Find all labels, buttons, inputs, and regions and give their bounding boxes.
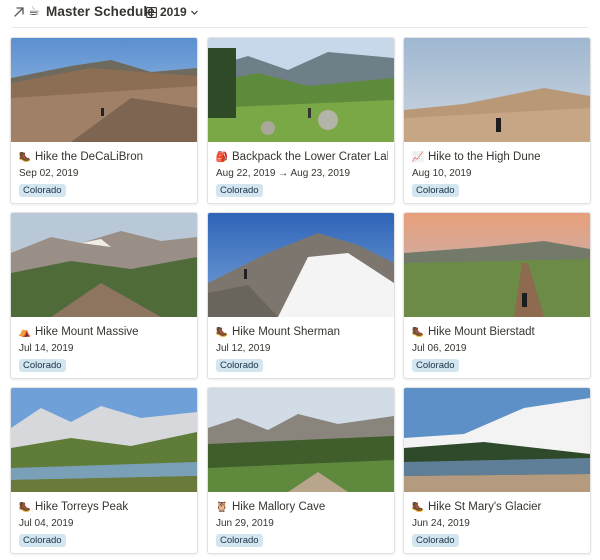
card-date: Aug 22, 2019 → Aug 23, 2019 bbox=[216, 168, 350, 179]
gallery-view-icon bbox=[146, 6, 157, 18]
gallery-card[interactable]: 🎒 Backpack the Lower Crater Lakes Aug 22… bbox=[207, 37, 395, 204]
gallery-card[interactable]: 🥾 Hike Torreys Peak Jul 04, 2019 Colorad… bbox=[10, 387, 198, 554]
hiking-boot-icon: 🥾 bbox=[216, 326, 229, 338]
database-title[interactable]: Master Schedule bbox=[46, 4, 155, 19]
gallery-card[interactable]: 🥾 Hike Mount Bierstadt Jul 06, 2019 Colo… bbox=[403, 212, 591, 379]
location-tag: Colorado bbox=[412, 534, 459, 547]
hiking-boot-icon: 🥾 bbox=[19, 501, 32, 513]
gallery-card[interactable]: 🥾 Hike the DeCaLiBron Sep 02, 2019 Color… bbox=[10, 37, 198, 204]
card-title: 🥾 Hike Mount Bierstadt bbox=[412, 326, 535, 338]
card-cover-image bbox=[11, 213, 197, 317]
card-title: 📈 Hike to the High Dune bbox=[412, 151, 541, 163]
gallery-card[interactable]: 🥾 Hike St Mary's Glacier Jun 24, 2019 Co… bbox=[403, 387, 591, 554]
card-date: Jul 04, 2019 bbox=[19, 518, 74, 529]
view-label: 2019 bbox=[160, 5, 187, 19]
card-cover-image bbox=[208, 388, 394, 492]
gallery-card[interactable]: ⛺ Hike Mount Massive Jul 14, 2019 Colora… bbox=[10, 212, 198, 379]
owl-icon: 🦉 bbox=[216, 501, 229, 513]
card-date: Jun 29, 2019 bbox=[216, 518, 274, 529]
gallery-card[interactable]: 📈 Hike to the High Dune Aug 10, 2019 Col… bbox=[403, 37, 591, 204]
location-tag: Colorado bbox=[19, 359, 66, 372]
card-title: 🥾 Hike St Mary's Glacier bbox=[412, 501, 542, 513]
card-title: ⛺ Hike Mount Massive bbox=[19, 326, 139, 338]
card-date: Sep 02, 2019 bbox=[19, 168, 79, 179]
view-selector[interactable]: 2019 bbox=[146, 3, 199, 21]
card-title: 🥾 Hike Torreys Peak bbox=[19, 501, 129, 513]
location-tag: Colorado bbox=[19, 534, 66, 547]
card-title: 🎒 Backpack the Lower Crater Lakes bbox=[216, 151, 388, 163]
location-tag: Colorado bbox=[216, 359, 263, 372]
hiking-boot-icon: 🥾 bbox=[412, 501, 425, 513]
card-cover-image bbox=[208, 213, 394, 317]
card-cover-image bbox=[404, 213, 590, 317]
location-tag: Colorado bbox=[216, 184, 263, 197]
open-arrow-icon[interactable] bbox=[12, 5, 26, 19]
card-cover-image bbox=[11, 38, 197, 142]
page-header: ☕ Master Schedule 2019 bbox=[0, 0, 600, 26]
card-cover-image bbox=[404, 388, 590, 492]
card-cover-image bbox=[404, 38, 590, 142]
coffee-icon: ☕ bbox=[28, 3, 40, 18]
card-date: Jul 14, 2019 bbox=[19, 343, 74, 354]
card-title: 🥾 Hike the DeCaLiBron bbox=[19, 151, 144, 163]
card-cover-image bbox=[11, 388, 197, 492]
card-title: 🦉 Hike Mallory Cave bbox=[216, 501, 326, 513]
card-date: Jun 24, 2019 bbox=[412, 518, 470, 529]
tent-icon: ⛺ bbox=[19, 326, 32, 338]
location-tag: Colorado bbox=[412, 184, 459, 197]
hiking-boot-icon: 🥾 bbox=[19, 151, 32, 163]
chart-increasing-icon: 📈 bbox=[412, 151, 425, 163]
card-date: Jul 12, 2019 bbox=[216, 343, 271, 354]
backpack-icon: 🎒 bbox=[216, 151, 229, 163]
header-divider bbox=[12, 27, 588, 28]
location-tag: Colorado bbox=[216, 534, 263, 547]
hiking-boot-icon: 🥾 bbox=[412, 326, 425, 338]
card-date: Aug 10, 2019 bbox=[412, 168, 472, 179]
card-title: 🥾 Hike Mount Sherman bbox=[216, 326, 341, 338]
gallery-card[interactable]: 🦉 Hike Mallory Cave Jun 29, 2019 Colorad… bbox=[207, 387, 395, 554]
card-cover-image bbox=[208, 38, 394, 142]
location-tag: Colorado bbox=[19, 184, 66, 197]
location-tag: Colorado bbox=[412, 359, 459, 372]
chevron-down-icon bbox=[190, 10, 198, 15]
gallery-card[interactable]: 🥾 Hike Mount Sherman Jul 12, 2019 Colora… bbox=[207, 212, 395, 379]
card-date: Jul 06, 2019 bbox=[412, 343, 467, 354]
